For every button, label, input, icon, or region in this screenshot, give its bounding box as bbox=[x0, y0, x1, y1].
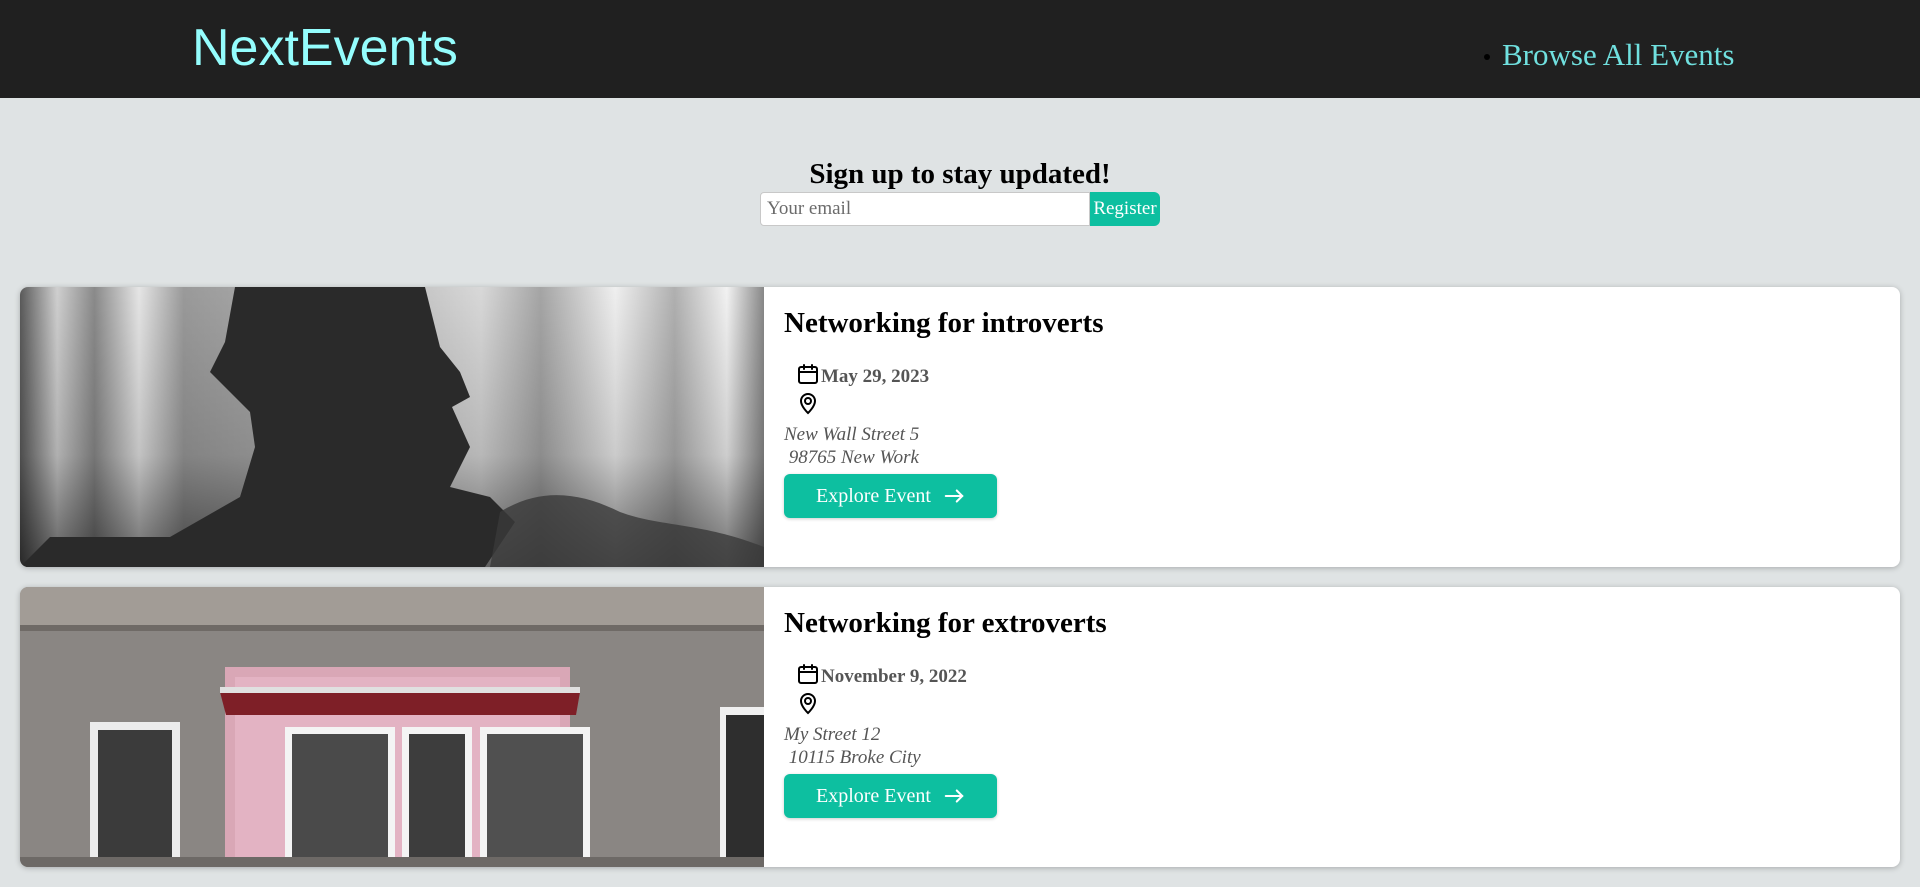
event-card: Networking for introverts May 29, 2023 N… bbox=[20, 287, 1900, 567]
signup-form: Register bbox=[760, 192, 1160, 226]
event-location-row bbox=[796, 391, 1103, 415]
main-nav: Browse All Events bbox=[1484, 36, 1735, 74]
event-date-row: May 29, 2023 bbox=[796, 359, 1103, 389]
location-pin-icon bbox=[799, 393, 817, 415]
bullet-icon bbox=[1484, 54, 1490, 60]
event-card: Networking for extroverts November 9, 20… bbox=[20, 587, 1900, 867]
site-header: NextEvents Browse All Events bbox=[0, 0, 1920, 98]
event-image-silhouette bbox=[20, 287, 764, 567]
calendar-icon bbox=[798, 364, 818, 384]
arrow-right-icon bbox=[944, 789, 964, 803]
signup-heading: Sign up to stay updated! bbox=[809, 158, 1111, 190]
event-details: Networking for introverts May 29, 2023 N… bbox=[784, 305, 1103, 518]
event-title: Networking for introverts bbox=[784, 307, 1104, 339]
event-address: New Wall Street 5 98765 New Work bbox=[784, 424, 920, 468]
location-pin-icon bbox=[799, 693, 817, 715]
nav-link-browse-all-events[interactable]: Browse All Events bbox=[1502, 36, 1735, 74]
event-date: November 9, 2022 bbox=[821, 666, 967, 687]
arrow-right-icon bbox=[944, 489, 964, 503]
newsletter-signup: Sign up to stay updated! Register bbox=[0, 156, 1920, 226]
event-details: Networking for extroverts November 9, 20… bbox=[784, 605, 1107, 818]
event-date-row: November 9, 2022 bbox=[796, 659, 1107, 689]
event-location-row bbox=[796, 691, 1107, 715]
event-image-storefront bbox=[20, 587, 764, 867]
email-input[interactable] bbox=[760, 192, 1090, 226]
event-date: May 29, 2023 bbox=[821, 366, 930, 387]
event-address: My Street 12 10115 Broke City bbox=[784, 724, 921, 768]
logo-link[interactable]: NextEvents bbox=[192, 18, 458, 78]
event-title: Networking for extroverts bbox=[784, 607, 1107, 639]
explore-event-label: Explore Event bbox=[816, 784, 931, 807]
register-button[interactable]: Register bbox=[1090, 192, 1160, 226]
nav-item: Browse All Events bbox=[1484, 36, 1735, 74]
calendar-icon bbox=[798, 664, 818, 684]
explore-event-label: Explore Event bbox=[816, 484, 931, 507]
explore-event-button[interactable]: Explore Event bbox=[784, 774, 997, 818]
explore-event-button[interactable]: Explore Event bbox=[784, 474, 997, 518]
